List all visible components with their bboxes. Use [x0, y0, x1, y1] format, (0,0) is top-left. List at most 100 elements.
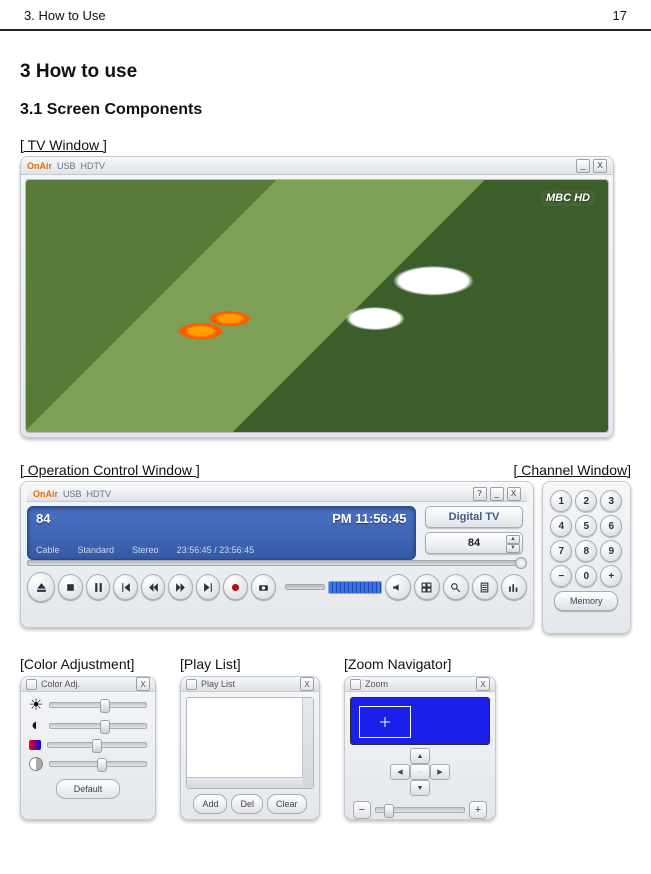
window-icon — [26, 679, 37, 690]
rewind-button[interactable] — [141, 574, 166, 600]
caption-zoom-navigator: [Zoom Navigator] — [344, 656, 496, 672]
close-button[interactable]: X — [136, 677, 150, 691]
brightness-slider[interactable]: ☀ — [29, 698, 147, 712]
vertical-scrollbar[interactable] — [302, 698, 313, 788]
mode-button[interactable]: Digital TV — [425, 506, 523, 528]
next-button[interactable] — [196, 574, 221, 600]
stop-button[interactable] — [58, 574, 83, 600]
brand-label: OnAir — [33, 489, 58, 499]
product-label-hdtv: HDTV — [81, 161, 106, 171]
tv-title-bar[interactable]: OnAir USB HDTV _ X — [21, 157, 613, 175]
lcd-source: Cable — [36, 545, 60, 555]
channel-up-button[interactable]: ▲ — [506, 535, 520, 544]
horizontal-scrollbar[interactable] — [187, 777, 303, 788]
playlist-list[interactable] — [186, 697, 314, 789]
video-area[interactable]: MBC HD — [25, 179, 609, 433]
product-label-usb: USB — [57, 161, 76, 171]
lcd-standard: Standard — [78, 545, 115, 555]
help-button[interactable]: ? — [473, 487, 487, 501]
window-title: Color Adj. — [41, 679, 80, 689]
record-button[interactable] — [223, 574, 248, 600]
lcd-elapsed: 23:56:45 / 23:56:45 — [177, 545, 255, 555]
add-button[interactable]: Add — [193, 794, 227, 814]
pan-down-button[interactable]: ▼ — [410, 780, 430, 796]
channel-display[interactable]: 84 ▲ ▼ — [425, 532, 523, 554]
equalizer-button[interactable] — [501, 574, 527, 600]
memory-button[interactable]: Memory — [554, 591, 618, 611]
window-title: Zoom — [365, 679, 388, 689]
volume-slider[interactable] — [285, 584, 325, 590]
pan-right-button[interactable]: ▶ — [430, 764, 450, 780]
numkey-8[interactable]: 8 — [575, 540, 597, 562]
caption-tv-window: [ TV Window ] — [20, 137, 631, 153]
zoom-rect[interactable] — [359, 706, 411, 738]
color-adjustment-window: Color Adj. X ☀ ◐ — [20, 676, 156, 820]
window-icon — [186, 679, 197, 690]
pan-left-button[interactable]: ◀ — [390, 764, 410, 780]
numkey-plus[interactable]: + — [600, 565, 622, 587]
minimize-button[interactable]: _ — [576, 159, 590, 173]
seek-bar[interactable] — [27, 558, 527, 568]
numkey-1[interactable]: 1 — [550, 490, 572, 512]
close-button[interactable]: X — [593, 159, 607, 173]
eject-button[interactable] — [27, 572, 55, 602]
minimize-button[interactable]: _ — [490, 487, 504, 501]
zoom-title-bar[interactable]: Zoom X — [345, 677, 495, 692]
mute-button[interactable] — [385, 574, 411, 600]
pan-up-button[interactable]: ▲ — [410, 748, 430, 764]
lcd-display: 84 PM 11:56:45 Cable Standard Stereo 23:… — [27, 506, 416, 560]
document-button[interactable] — [472, 574, 498, 600]
contrast-slider[interactable]: ◐ — [29, 719, 147, 733]
close-button[interactable]: X — [476, 677, 490, 691]
caption-color-adjustment: [Color Adjustment] — [20, 656, 156, 672]
operation-control-window: OnAir USB HDTV ? _ X 84 PM 11:56:45 Cabl… — [20, 481, 534, 628]
color-adjustment-title-bar[interactable]: Color Adj. X — [21, 677, 155, 692]
numkey-9[interactable]: 9 — [600, 540, 622, 562]
playlist-title-bar[interactable]: Play List X — [181, 677, 319, 692]
snapshot-button[interactable] — [251, 574, 276, 600]
numkey-4[interactable]: 4 — [550, 515, 572, 537]
opc-title-bar[interactable]: OnAir USB HDTV ? _ X — [27, 486, 527, 502]
volume-meter — [328, 581, 382, 594]
fullscreen-button[interactable] — [414, 574, 440, 600]
play-list-window: Play List X Add Del Clear — [180, 676, 320, 820]
numkey-6[interactable]: 6 — [600, 515, 622, 537]
lcd-audio: Stereo — [132, 545, 159, 555]
numkey-2[interactable]: 2 — [575, 490, 597, 512]
caption-channel-window: [ Channel Window] — [513, 462, 631, 478]
numkey-0[interactable]: 0 — [575, 565, 597, 587]
close-button[interactable]: X — [507, 487, 521, 501]
palette-icon — [29, 740, 41, 750]
numkey-5[interactable]: 5 — [575, 515, 597, 537]
caption-operation-control: [ Operation Control Window ] — [20, 462, 200, 478]
default-button[interactable]: Default — [56, 779, 120, 799]
pan-dpad: ▲ ◀ · ▶ ▼ — [345, 748, 495, 796]
zoom-preview[interactable] — [350, 697, 490, 745]
del-button[interactable]: Del — [231, 794, 263, 814]
numkey-3[interactable]: 3 — [600, 490, 622, 512]
brand-label: OnAir — [27, 161, 52, 171]
numkey-7[interactable]: 7 — [550, 540, 572, 562]
zoom-slider[interactable] — [375, 807, 465, 813]
prev-button[interactable] — [113, 574, 138, 600]
numkey-minus[interactable]: − — [550, 565, 572, 587]
broadcast-logo: MBC HD — [542, 190, 594, 206]
pan-center-button[interactable]: · — [410, 764, 430, 780]
product-label-usb: USB — [63, 489, 82, 499]
saturation-slider[interactable] — [29, 757, 147, 771]
clear-button[interactable]: Clear — [267, 794, 307, 814]
channel-window: 1 2 3 4 5 6 7 8 9 − 0 + Memory — [542, 481, 631, 634]
breadcrumb: 3. How to Use — [24, 8, 106, 23]
hue-slider[interactable] — [29, 740, 147, 750]
section-title: 3.1 Screen Components — [20, 101, 631, 119]
pause-button[interactable] — [86, 574, 111, 600]
zoom-in-button[interactable]: + — [469, 801, 487, 819]
page-title: 3 How to use — [20, 61, 631, 83]
forward-button[interactable] — [168, 574, 193, 600]
channel-down-button[interactable]: ▼ — [506, 544, 520, 553]
zoom-out-button[interactable]: − — [353, 801, 371, 819]
sun-icon: ☀ — [29, 698, 43, 712]
saturation-icon — [29, 757, 43, 771]
search-button[interactable] — [443, 574, 469, 600]
close-button[interactable]: X — [300, 677, 314, 691]
